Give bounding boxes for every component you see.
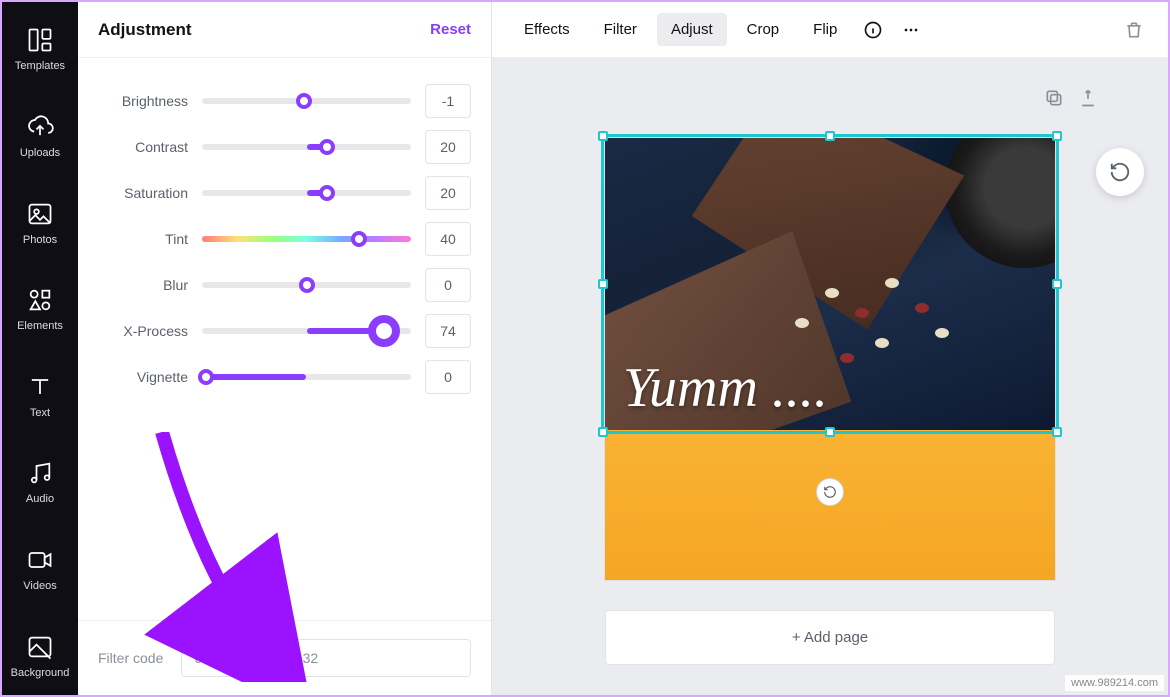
templates-icon [26,26,54,54]
slider-label: Saturation [98,185,188,201]
slider-thumb[interactable] [368,315,400,347]
slider-track[interactable] [202,144,411,150]
image-toolbar: EffectsFilterAdjustCropFlip [492,2,1168,58]
duplicate-icon[interactable] [1044,88,1064,108]
panel-header: Adjustment Reset [78,2,491,58]
slider-value[interactable]: -1 [425,84,471,118]
side-rail: Templates Uploads Photos Elements Text A… [2,2,78,695]
rail-label: Videos [23,580,56,592]
slider-brightness: Brightness -1 [98,78,471,124]
slider-track[interactable] [202,236,411,242]
uploads-icon [26,113,54,141]
slider-track[interactable] [202,282,411,288]
slider-value[interactable]: 20 [425,176,471,210]
rail-templates[interactable]: Templates [2,10,78,89]
rail-label: Photos [23,234,57,246]
sliders-list: Brightness -1 Contrast 20 Saturation 20 Tint 40… [78,58,491,410]
slider-track[interactable] [202,374,411,380]
elements-icon [26,286,54,314]
filter-code-input[interactable] [181,639,471,677]
rail-text[interactable]: Text [2,357,78,436]
slider-vignette: Vignette 0 [98,354,471,400]
rail-background[interactable]: Background [2,616,78,695]
slider-value[interactable]: 0 [425,268,471,302]
slider-label: Tint [98,231,188,247]
videos-icon [26,546,54,574]
slider-blur: Blur 0 [98,262,471,308]
workspace: EffectsFilterAdjustCropFlip Yumm .... [492,2,1168,695]
toolbar-crop[interactable]: Crop [733,13,794,46]
slider-thumb[interactable] [351,231,367,247]
page-tools [1044,88,1098,108]
slider-thumb[interactable] [319,139,335,155]
rail-label: Audio [26,493,54,505]
rail-audio[interactable]: Audio [2,443,78,522]
rail-label: Uploads [20,147,60,159]
text-icon [26,373,54,401]
slider-track[interactable] [202,98,411,104]
toolbar-effects[interactable]: Effects [510,13,584,46]
export-icon[interactable] [1078,88,1098,108]
slider-label: Vignette [98,369,188,385]
slider-thumb[interactable] [299,277,315,293]
slider-saturation: Saturation 20 [98,170,471,216]
filter-code-label: Filter code [98,650,163,666]
watermark: www.989214.com [1065,675,1164,691]
slider-value[interactable]: 0 [425,360,471,394]
slider-contrast: Contrast 20 [98,124,471,170]
slider-value[interactable]: 20 [425,130,471,164]
undo-float-button[interactable] [1096,148,1144,196]
canvas-area[interactable]: Yumm .... + Add page [492,58,1168,695]
toolbar-adjust[interactable]: Adjust [657,13,727,46]
rotate-handle[interactable] [816,478,844,506]
toolbar-flip[interactable]: Flip [799,13,851,46]
rail-elements[interactable]: Elements [2,270,78,349]
slider-track[interactable] [202,328,411,334]
slider-label: Contrast [98,139,188,155]
slider-thumb[interactable] [319,185,335,201]
reset-button[interactable]: Reset [430,21,471,38]
add-page-button[interactable]: + Add page [605,610,1055,665]
slider-label: Blur [98,277,188,293]
selection-frame [601,134,1059,434]
slider-thumb[interactable] [296,93,312,109]
rail-label: Background [11,667,70,679]
info-icon[interactable] [857,14,889,46]
toolbar-filter[interactable]: Filter [590,13,651,46]
rail-label: Text [30,407,50,419]
slider-track[interactable] [202,190,411,196]
more-icon[interactable] [895,14,927,46]
rail-label: Templates [15,60,65,72]
slider-value[interactable]: 40 [425,222,471,256]
panel-title: Adjustment [98,20,192,40]
rail-photos[interactable]: Photos [2,183,78,262]
slider-label: X-Process [98,323,188,339]
filter-code-row: Filter code [78,620,491,695]
design-page[interactable]: Yumm .... [605,138,1055,580]
slider-thumb[interactable] [198,369,214,385]
audio-icon [26,459,54,487]
slider-x-process: X-Process 74 [98,308,471,354]
rail-label: Elements [17,320,63,332]
rail-uploads[interactable]: Uploads [2,97,78,176]
slider-value[interactable]: 74 [425,314,471,348]
rail-videos[interactable]: Videos [2,530,78,609]
slider-label: Brightness [98,93,188,109]
background-icon [26,633,54,661]
photos-icon [26,200,54,228]
slider-tint: Tint 40 [98,216,471,262]
adjustment-panel: Adjustment Reset Brightness-1Contrast20S… [78,2,492,695]
trash-icon[interactable] [1118,14,1150,46]
